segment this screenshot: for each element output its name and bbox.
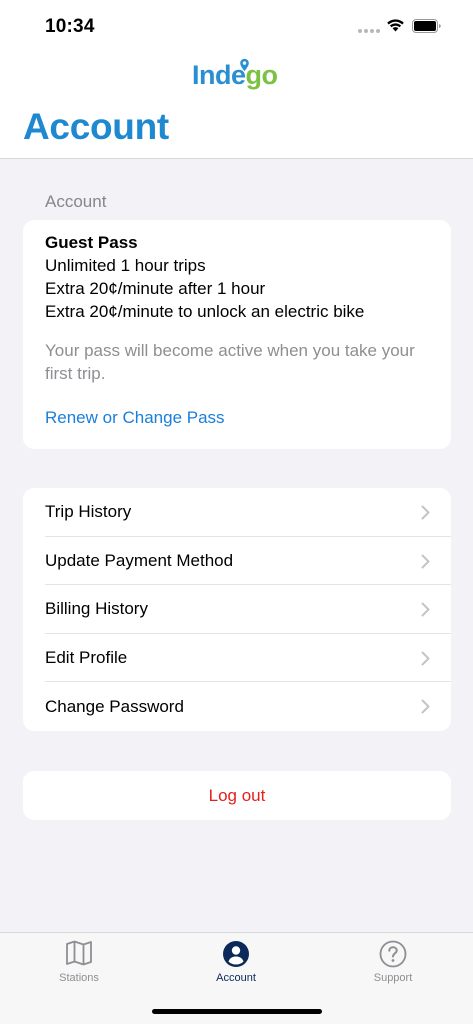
tab-support[interactable]: Support [338, 933, 448, 993]
indego-logo: Indego [192, 58, 284, 96]
battery-icon [412, 19, 441, 33]
tab-label: Account [216, 972, 256, 984]
section-label-account: Account [45, 192, 107, 211]
chevron-right-icon [421, 699, 430, 714]
home-indicator [152, 1009, 322, 1014]
pass-name: Guest Pass [45, 233, 138, 252]
menu-item-label: Billing History [45, 599, 148, 619]
cellular-signal-icon [358, 29, 380, 33]
status-time: 10:34 [45, 16, 95, 37]
location-pin-icon [240, 58, 249, 71]
logout-label: Log out [208, 785, 266, 805]
map-icon [66, 940, 92, 966]
menu-item-label: Update Payment Method [45, 550, 234, 570]
status-bar: 10:34 [0, 0, 473, 54]
chevron-right-icon [421, 505, 430, 520]
person-circle-icon [223, 941, 249, 967]
chevron-right-icon [421, 651, 430, 666]
logo-text-go: go [245, 60, 279, 90]
pass-detail: Unlimited 1 hour trips [45, 256, 206, 275]
logout-button[interactable]: Log out [23, 771, 451, 820]
menu-item-label: Change Password [45, 696, 184, 716]
menu-item-update-payment[interactable]: Update Payment Method [23, 537, 451, 586]
menu-item-label: Edit Profile [45, 648, 128, 668]
pass-detail: Extra 20¢/minute to unlock an electric b… [45, 302, 365, 321]
wifi-icon [387, 19, 404, 32]
header: 10:34 Indego Account [0, 0, 473, 159]
logo-text-inde: Inde [192, 60, 246, 90]
chevron-right-icon [421, 554, 430, 569]
tab-label: Support [373, 972, 413, 984]
menu-item-change-password[interactable]: Change Password [23, 682, 451, 731]
pass-activation-note: Your pass will become active when you ta… [45, 341, 415, 383]
tab-account[interactable]: Account [181, 933, 291, 993]
pass-card: Guest Pass Unlimited 1 hour trips Extra … [23, 220, 451, 449]
tab-stations[interactable]: Stations [24, 933, 134, 993]
menu-item-trip-history[interactable]: Trip History [23, 488, 451, 537]
renew-change-pass-link[interactable]: Renew or Change Pass [45, 408, 225, 428]
account-menu: Trip History Update Payment Method Billi… [23, 488, 451, 731]
tab-label: Stations [59, 972, 99, 984]
menu-item-edit-profile[interactable]: Edit Profile [23, 634, 451, 683]
menu-item-label: Trip History [45, 502, 132, 522]
pass-detail: Extra 20¢/minute after 1 hour [45, 279, 266, 298]
page-title: Account [23, 106, 169, 147]
chevron-right-icon [421, 602, 430, 617]
question-circle-icon [379, 940, 407, 968]
menu-item-billing-history[interactable]: Billing History [23, 585, 451, 634]
